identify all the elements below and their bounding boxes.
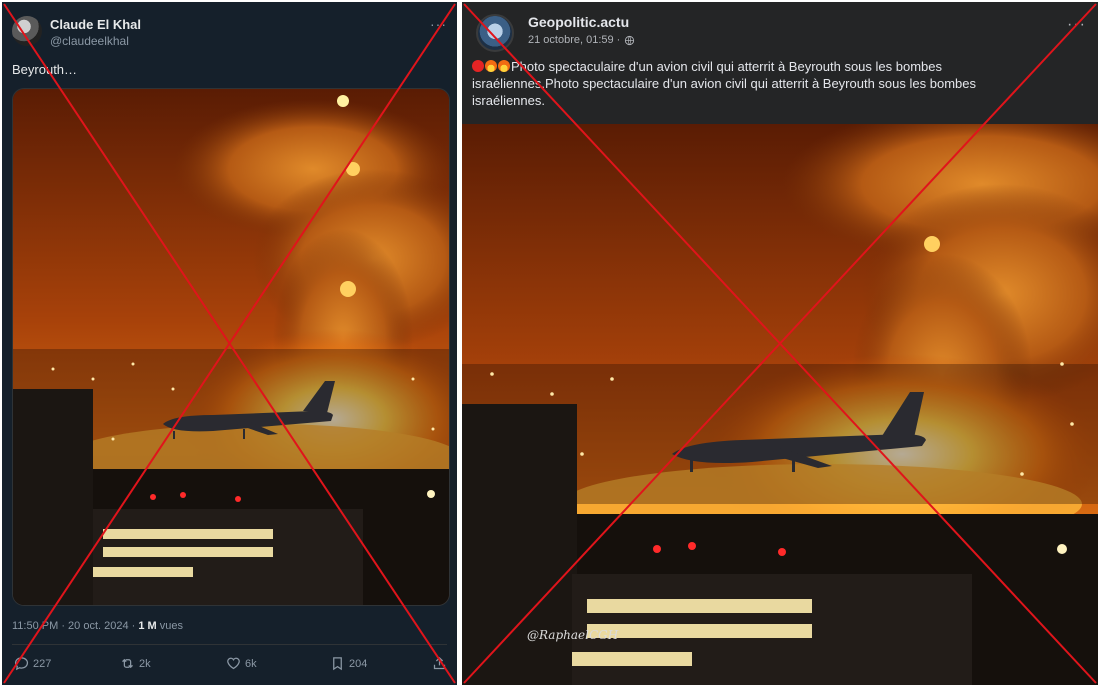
airplane-explosion-photo xyxy=(13,89,449,605)
like-count: 6k xyxy=(245,657,257,670)
post-text: Photo spectaculaire d'un avion civil qui… xyxy=(472,58,1032,109)
post-header: Claude El Khal @claudeelkhal ··· xyxy=(12,14,447,50)
post-image[interactable]: @RaphaelCGH xyxy=(462,124,1098,685)
bookmark-button[interactable]: 204 xyxy=(330,656,367,671)
views-label: vues xyxy=(156,620,184,632)
airplane-explosion-photo: @RaphaelCGH xyxy=(462,124,1098,685)
twitter-post: Claude El Khal @claudeelkhal ··· Beyrout… xyxy=(2,2,457,685)
post-header: Geopolitic.actu 21 octobre, 01:59 · ··· xyxy=(472,12,1088,52)
views-count: 1 M xyxy=(138,620,157,632)
heart-icon xyxy=(227,657,240,670)
avatar[interactable] xyxy=(12,16,42,46)
post-meta: 11:50 PM · 20 oct. 2024 · 1 M vues xyxy=(12,620,183,632)
reply-count: 227 xyxy=(33,657,52,670)
share-button[interactable] xyxy=(432,656,447,671)
like-button[interactable]: 6k xyxy=(226,656,257,671)
bookmark-icon xyxy=(333,657,342,671)
reply-button[interactable]: 227 xyxy=(14,656,51,671)
post-image[interactable] xyxy=(12,88,450,606)
post-body: Photo spectaculaire d'un avion civil qui… xyxy=(472,59,976,108)
globe-icon xyxy=(625,35,635,45)
reply-icon xyxy=(14,657,29,671)
share-icon xyxy=(433,656,446,670)
ellipsis-icon[interactable]: ··· xyxy=(430,16,447,32)
repost-count: 2k xyxy=(139,657,151,670)
repost-button[interactable]: 2k xyxy=(120,656,151,671)
red-circle-icon xyxy=(472,60,484,72)
fire-icon xyxy=(485,60,497,72)
ellipsis-icon[interactable]: ··· xyxy=(1067,16,1086,34)
post-date: 21 octobre, 01:59 · xyxy=(528,34,635,46)
photo-watermark: @RaphaelCGH xyxy=(527,628,619,642)
avatar[interactable] xyxy=(476,14,514,52)
bookmark-count: 204 xyxy=(349,657,368,670)
action-bar: 227 2k 6k 204 xyxy=(12,656,447,676)
fire-icon xyxy=(498,60,510,72)
timestamp[interactable]: 11:50 PM · 20 oct. 2024 · xyxy=(12,620,138,632)
repost-icon xyxy=(122,658,133,669)
display-name[interactable]: Claude El Khal xyxy=(50,17,141,32)
date-text[interactable]: 21 octobre, 01:59 · xyxy=(528,34,620,46)
user-handle[interactable]: @claudeelkhal xyxy=(50,34,129,48)
page-name[interactable]: Geopolitic.actu xyxy=(528,14,629,30)
post-text: Beyrouth… xyxy=(12,62,78,77)
facebook-post: Geopolitic.actu 21 octobre, 01:59 · ··· … xyxy=(462,2,1098,685)
divider xyxy=(12,644,447,645)
